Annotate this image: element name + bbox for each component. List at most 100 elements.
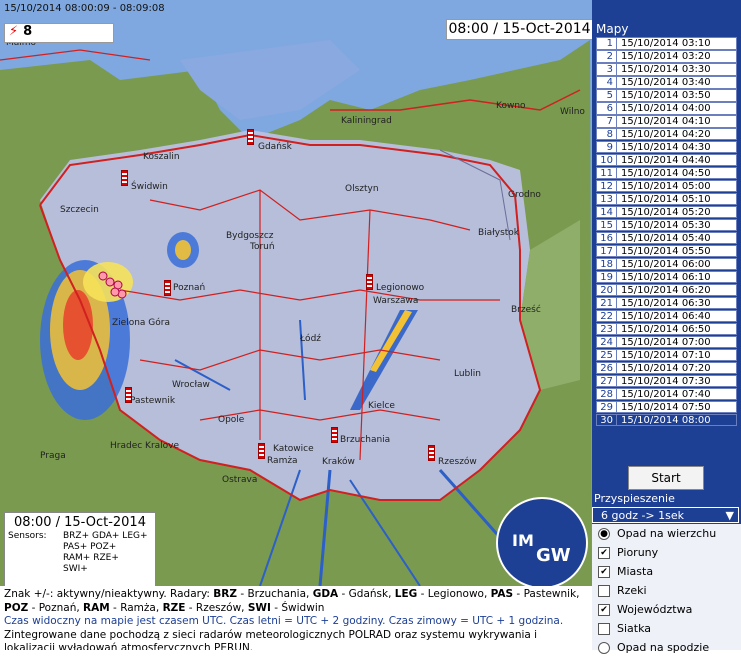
map-index: 1: [596, 37, 617, 50]
map-list-item[interactable]: 24 15/10/2014 07:00: [596, 335, 737, 349]
city-label: Toruń: [250, 242, 275, 252]
radio-icon[interactable]: [598, 641, 610, 654]
map-time: 15/10/2014 05:10: [617, 192, 737, 206]
map-index: 4: [596, 75, 617, 89]
map-time: 15/10/2014 08:00: [617, 413, 737, 427]
map-list-item[interactable]: 14 15/10/2014 05:20: [596, 205, 737, 219]
legend-sensors: BRZ+ GDA+ LEG+ PAS+ POZ+ RAM+ RZE+ SWI+: [63, 531, 148, 575]
map-list-item[interactable]: 29 15/10/2014 07:50: [596, 400, 737, 414]
map-list-item[interactable]: 3 15/10/2014 03:30: [596, 62, 737, 76]
speed-label: Przyspieszenie: [594, 492, 675, 505]
map-list-item[interactable]: 19 15/10/2014 06:10: [596, 270, 737, 284]
checkbox-option[interactable]: ✔ Miasta: [592, 562, 741, 581]
radar-name: Legionowo: [427, 588, 484, 600]
radar-name: Rzeszów: [195, 601, 242, 614]
map-list-item[interactable]: 13 15/10/2014 05:10: [596, 192, 737, 206]
map-list-item[interactable]: 15 15/10/2014 05:30: [596, 218, 737, 232]
map-time: 15/10/2014 04:30: [617, 140, 737, 154]
map-list-item[interactable]: 28 15/10/2014 07:40: [596, 387, 737, 401]
control-panel: Mapy 1 15/10/2014 03:10 2 15/10/2014 03:20 3…: [592, 0, 741, 654]
checkbox-icon[interactable]: ✔: [598, 546, 610, 559]
city-label: Lublin: [454, 369, 481, 379]
radio-option[interactable]: Opad na spodzie: [592, 638, 741, 657]
map-time: 15/10/2014 06:00: [617, 257, 737, 271]
maps-label: Mapy: [596, 22, 629, 36]
map-time: 15/10/2014 07:10: [617, 348, 737, 362]
lightning-icon: ⚡: [9, 24, 19, 39]
map-time: 15/10/2014 05:30: [617, 218, 737, 232]
radar-map[interactable]: 15/10/2014 08:00:09 - 08:09:08 Malmo ⚡ 8 …: [0, 0, 592, 586]
map-list-item[interactable]: 4 15/10/2014 03:40: [596, 75, 737, 89]
map-list-item[interactable]: 6 15/10/2014 04:00: [596, 101, 737, 115]
map-list-item[interactable]: 21 15/10/2014 06:30: [596, 296, 737, 310]
checkbox-icon[interactable]: ✔: [598, 565, 610, 578]
checkbox-option[interactable]: ✔ Województwa: [592, 600, 741, 619]
map-list-item[interactable]: 1 15/10/2014 03:10: [596, 37, 737, 50]
radar-name: Ramża: [120, 601, 156, 614]
map-index: 5: [596, 88, 617, 102]
map-time: 15/10/2014 03:40: [617, 75, 737, 89]
map-list-item[interactable]: 17 15/10/2014 05:50: [596, 244, 737, 258]
radio-option[interactable]: ● Opad na wierzchu: [592, 524, 741, 543]
city-label: Świdwin: [131, 182, 168, 192]
radar-name: Pastewnik: [523, 588, 577, 600]
city-label: Koszalin: [143, 152, 180, 162]
city-label: Katowice: [273, 444, 314, 454]
speed-select[interactable]: 6 godz -> 1sek ▼: [592, 507, 739, 523]
city-label: Legionowo: [376, 283, 425, 293]
map-graphics: [0, 0, 592, 586]
map-list-item[interactable]: 11 15/10/2014 04:50: [596, 166, 737, 180]
map-list-item[interactable]: 26 15/10/2014 07:20: [596, 361, 737, 375]
map-list-item[interactable]: 8 15/10/2014 04:20: [596, 127, 737, 141]
map-index: 8: [596, 127, 617, 141]
map-list-item[interactable]: 20 15/10/2014 06:20: [596, 283, 737, 297]
map-time: 15/10/2014 07:50: [617, 400, 737, 414]
map-list-item[interactable]: 18 15/10/2014 06:00: [596, 257, 737, 271]
map-index: 9: [596, 140, 617, 154]
map-list-item[interactable]: 30 15/10/2014 08:00: [596, 413, 737, 427]
option-label: Miasta: [617, 565, 654, 578]
map-list-item[interactable]: 5 15/10/2014 03:50: [596, 88, 737, 102]
radar-marker-swi: [121, 170, 128, 186]
map-list-item[interactable]: 12 15/10/2014 05:00: [596, 179, 737, 193]
map-list-item[interactable]: 22 15/10/2014 06:40: [596, 309, 737, 323]
checkbox-option[interactable]: ✔ Pioruny: [592, 543, 741, 562]
start-button[interactable]: Start: [628, 466, 704, 490]
city-label: Wilno: [560, 107, 585, 117]
checkbox-icon[interactable]: [598, 622, 610, 635]
option-label: Województwa: [617, 603, 693, 616]
radar-marker-leg: [366, 274, 373, 290]
map-list-item[interactable]: 25 15/10/2014 07:10: [596, 348, 737, 362]
legend-sensor-line: SWI+: [63, 564, 88, 574]
maps-list[interactable]: 1 15/10/2014 03:10 2 15/10/2014 03:20 3 15/10…: [596, 37, 737, 427]
radar-name: Gdańsk: [348, 588, 389, 600]
city-label: Opole: [218, 415, 245, 425]
checkbox-option[interactable]: Siatka: [592, 619, 741, 638]
map-index: 6: [596, 101, 617, 115]
map-index: 2: [596, 49, 617, 63]
chevron-down-icon: ▼: [725, 509, 734, 522]
map-list-item[interactable]: 9 15/10/2014 04:30: [596, 140, 737, 154]
map-index: 25: [596, 348, 617, 362]
map-list-item[interactable]: 16 15/10/2014 05:40: [596, 231, 737, 245]
radar-code: SWI: [247, 601, 271, 614]
map-list-item[interactable]: 2 15/10/2014 03:20: [596, 49, 737, 63]
radio-icon[interactable]: ●: [598, 527, 610, 540]
map-list-item[interactable]: 23 15/10/2014 06:50: [596, 322, 737, 336]
checkbox-option[interactable]: Rzeki: [592, 581, 741, 600]
city-label: Brzuchania: [340, 435, 391, 445]
radar-marker-rze: [428, 445, 435, 461]
source-note: Zintegrowane dane pochodzą z sieci radar…: [4, 628, 538, 650]
map-time: 15/10/2014 06:10: [617, 270, 737, 284]
city-label: Rzeszów: [438, 457, 477, 467]
map-list-item[interactable]: 27 15/10/2014 07:30: [596, 374, 737, 388]
map-list-item[interactable]: 10 15/10/2014 04:40: [596, 153, 737, 167]
legend-sensors-label: Sensors:: [8, 531, 47, 541]
checkbox-icon[interactable]: [598, 584, 610, 597]
map-time: 15/10/2014 06:30: [617, 296, 737, 310]
map-time: 15/10/2014 04:00: [617, 101, 737, 115]
map-list-item[interactable]: 7 15/10/2014 04:10: [596, 114, 737, 128]
city-label: Kraków: [322, 457, 355, 467]
checkbox-icon[interactable]: ✔: [598, 603, 610, 616]
radar-code: POZ: [4, 601, 29, 614]
